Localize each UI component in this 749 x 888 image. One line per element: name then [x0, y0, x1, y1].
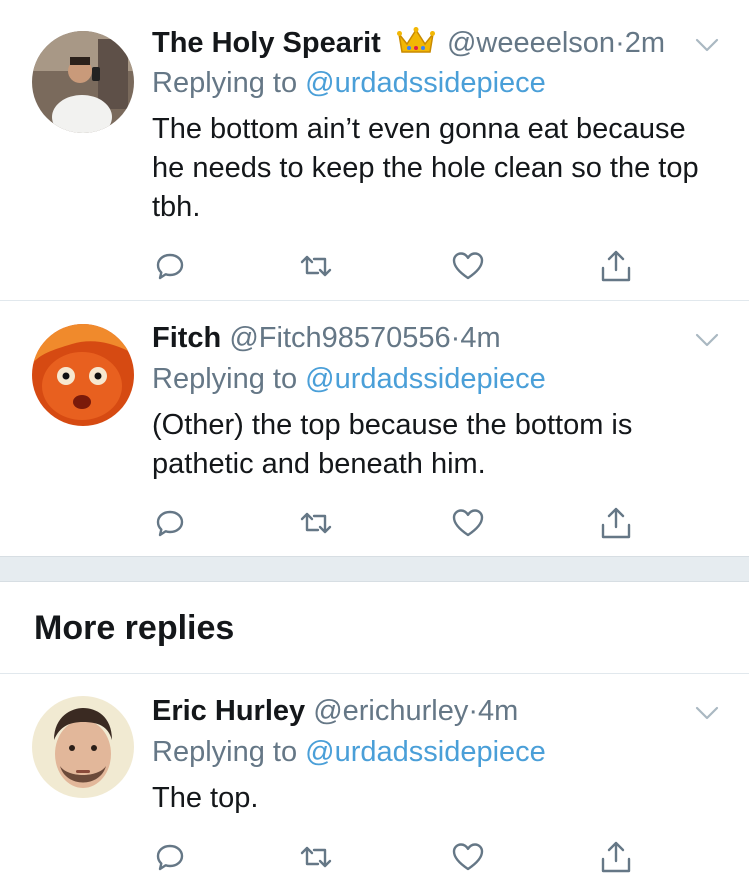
display-name[interactable]: Fitch: [152, 322, 221, 354]
reply-button[interactable]: [152, 248, 188, 284]
avatar[interactable]: [32, 31, 134, 133]
heart-icon: [452, 843, 484, 871]
tweet[interactable]: Eric Hurley @erichurley·4m Replying to @…: [0, 674, 749, 888]
replying-to: Replying to @urdadssidepiece: [152, 362, 546, 396]
reply-icon: [156, 510, 184, 537]
heart-icon: [452, 252, 484, 280]
display-name[interactable]: The Holy Spearit: [152, 27, 381, 59]
share-icon: [601, 841, 631, 873]
username[interactable]: @erichurley: [313, 695, 468, 727]
reply-icon: [156, 844, 184, 871]
replying-to-link[interactable]: @urdadssidepiece: [305, 363, 546, 395]
section-gap: [0, 556, 749, 582]
crown-emoji-icon: [396, 26, 435, 64]
heart-icon: [452, 509, 484, 537]
replying-to-link[interactable]: @urdadssidepiece: [305, 736, 546, 768]
tweet-text: The top.: [152, 782, 259, 814]
retweet-button[interactable]: [298, 505, 334, 541]
share-button[interactable]: [598, 505, 634, 541]
tweet-actions: [152, 248, 632, 284]
timestamp[interactable]: 4m: [478, 695, 518, 727]
reply-icon: [156, 253, 184, 280]
reply-button[interactable]: [152, 839, 188, 875]
like-button[interactable]: [450, 839, 486, 875]
replying-label: Replying to: [152, 67, 298, 99]
retweet-button[interactable]: [298, 248, 334, 284]
replying-to-link[interactable]: @urdadssidepiece: [305, 67, 546, 99]
tweet-text: (Other) the top because the bottom is pa…: [152, 409, 633, 480]
tweet-text: The bottom ain’t even gonna eat because …: [152, 113, 699, 223]
more-replies-heading: More replies: [34, 609, 235, 647]
retweet-button[interactable]: [298, 839, 334, 875]
retweet-icon: [300, 255, 332, 277]
replying-to: Replying to @urdadssidepiece: [152, 735, 546, 769]
share-button[interactable]: [598, 248, 634, 284]
chevron-down-icon[interactable]: [695, 333, 719, 347]
reply-thread: The Holy Spearit @weeeelson·2m Replying …: [0, 0, 749, 888]
share-icon: [601, 250, 631, 282]
replying-to: Replying to @urdadssidepiece: [152, 66, 546, 100]
tweet-actions: [152, 839, 632, 875]
username[interactable]: @weeeelson: [447, 27, 615, 59]
separator-dot: ·: [615, 27, 625, 59]
chevron-down-icon[interactable]: [695, 706, 719, 720]
tweet-actions: [152, 505, 632, 541]
tweet[interactable]: The Holy Spearit @weeeelson·2m Replying …: [0, 0, 749, 300]
chevron-down-icon[interactable]: [695, 38, 719, 52]
timestamp[interactable]: 2m: [625, 27, 665, 59]
timestamp[interactable]: 4m: [460, 322, 500, 354]
username[interactable]: @Fitch98570556: [229, 322, 450, 354]
replying-label: Replying to: [152, 736, 298, 768]
like-button[interactable]: [450, 505, 486, 541]
replying-label: Replying to: [152, 363, 298, 395]
avatar[interactable]: [32, 696, 134, 798]
display-name[interactable]: Eric Hurley: [152, 695, 305, 727]
reply-button[interactable]: [152, 505, 188, 541]
retweet-icon: [300, 512, 332, 534]
share-button[interactable]: [598, 839, 634, 875]
retweet-icon: [300, 846, 332, 868]
separator-dot: ·: [450, 322, 461, 354]
like-button[interactable]: [450, 248, 486, 284]
tweet[interactable]: Fitch @Fitch98570556·4m Replying to @urd…: [0, 301, 749, 556]
share-icon: [601, 507, 631, 539]
avatar[interactable]: [32, 324, 134, 426]
separator-dot: ·: [468, 695, 479, 727]
